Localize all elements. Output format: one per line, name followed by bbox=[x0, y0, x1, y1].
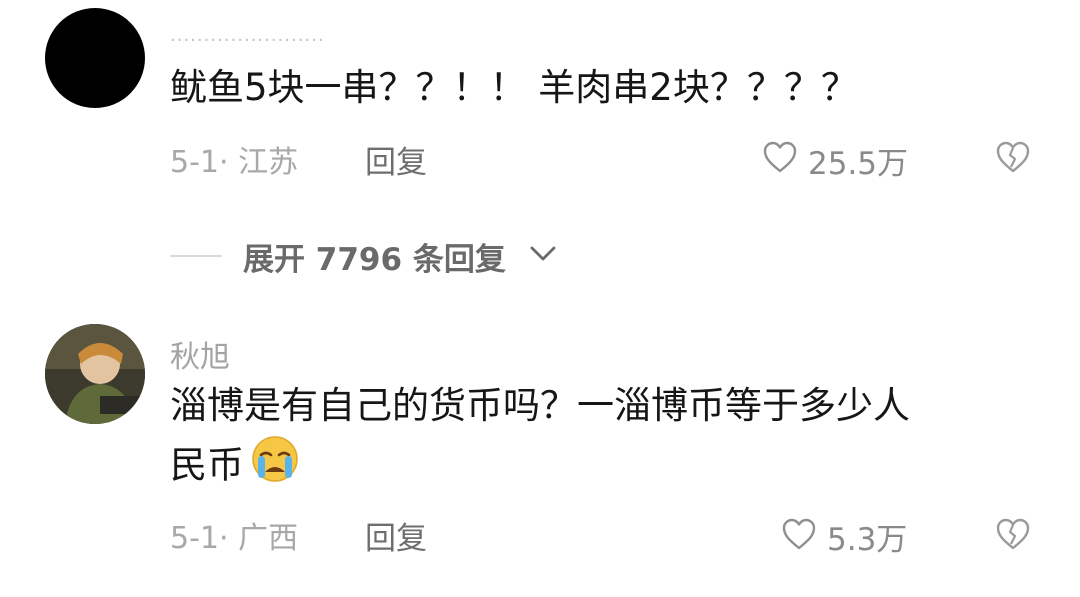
broken-heart-icon bbox=[996, 518, 1030, 550]
heart-icon bbox=[763, 141, 797, 173]
dislike-button[interactable] bbox=[994, 140, 1032, 174]
comment-text: 鱿鱼5块一串？？！！ 羊肉串2块？？？？ bbox=[170, 66, 858, 109]
comment-text-line-2: 民币 bbox=[170, 434, 1030, 500]
avatar[interactable] bbox=[45, 8, 145, 108]
comment-text: 淄博是有自己的货币吗？一淄博币等于多少人 民币 bbox=[170, 378, 1030, 500]
avatar[interactable] bbox=[45, 324, 145, 424]
like-button[interactable] bbox=[762, 140, 798, 174]
expand-replies-button[interactable]: 展开 7796 条回复 bbox=[243, 234, 506, 279]
username[interactable]: 秋旭 bbox=[170, 332, 230, 376]
reply-button[interactable]: 回复 bbox=[365, 137, 427, 182]
broken-heart-icon bbox=[996, 141, 1030, 173]
heart-icon bbox=[782, 518, 816, 550]
crying-face-icon bbox=[250, 434, 300, 500]
like-count: 5.3万 bbox=[827, 522, 908, 558]
reply-button[interactable]: 回复 bbox=[365, 513, 427, 558]
comment-text-line-end: 民币 bbox=[170, 443, 244, 487]
comment-date-location: 5-1· 江苏 bbox=[170, 145, 299, 180]
chevron-down-icon[interactable] bbox=[528, 243, 558, 269]
username-masked[interactable]: ······················· bbox=[170, 30, 325, 51]
comment-text-line: 淄博是有自己的货币吗？一淄博币等于多少人 bbox=[170, 384, 910, 427]
dislike-button[interactable] bbox=[994, 517, 1032, 551]
like-button[interactable] bbox=[781, 517, 817, 551]
comment-date-location: 5-1· 广西 bbox=[170, 521, 299, 556]
expand-divider bbox=[170, 255, 222, 257]
like-count: 25.5万 bbox=[808, 146, 909, 182]
